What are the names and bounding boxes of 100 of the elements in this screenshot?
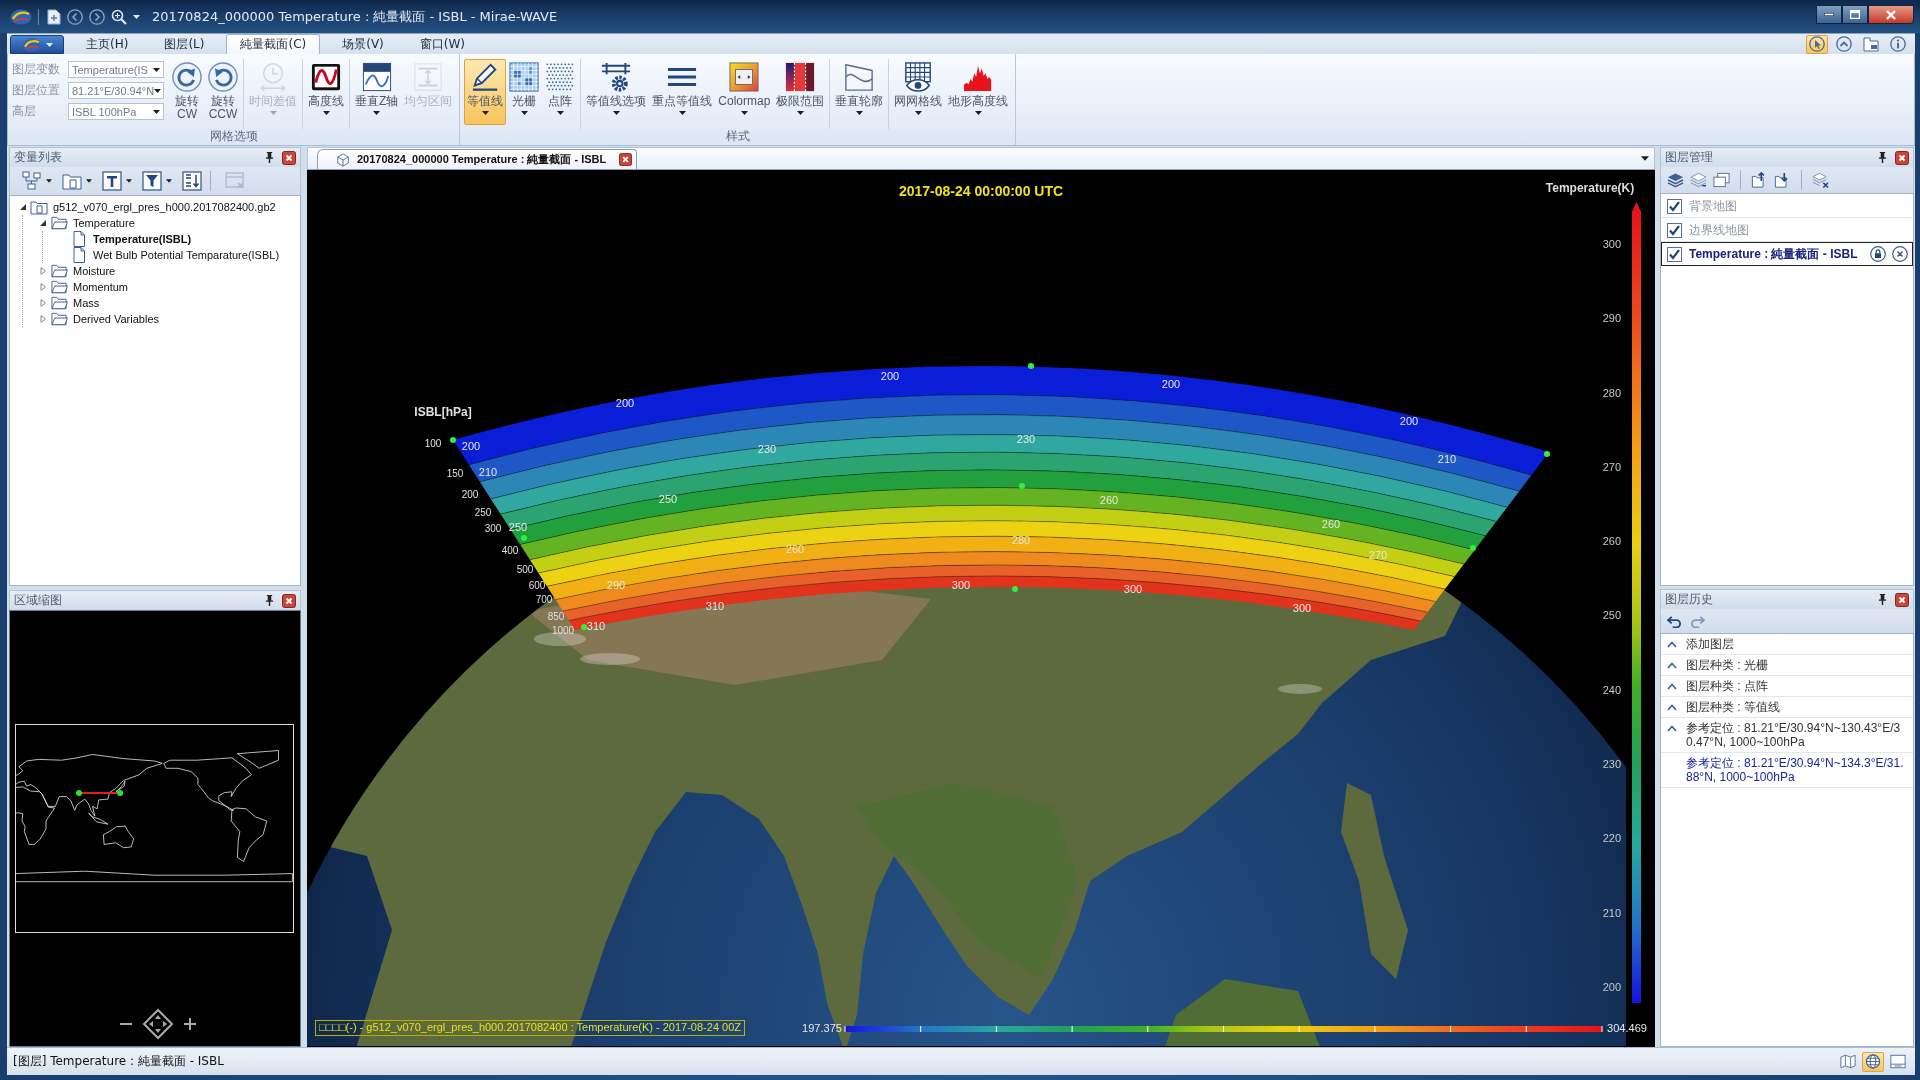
pin-icon[interactable] xyxy=(265,595,274,606)
maximize-button[interactable] xyxy=(1842,5,1868,24)
close-button[interactable] xyxy=(1868,5,1914,24)
tree-item[interactable]: g512_v070_ergl_pres_h000.2017082400.gb2 xyxy=(53,201,276,213)
ribbon-button[interactable]: 网网格线 xyxy=(891,59,946,125)
point-marker-icon[interactable] xyxy=(1544,451,1550,457)
ribbon-option-button[interactable] xyxy=(1860,34,1882,54)
forward-icon[interactable] xyxy=(89,8,105,25)
ribbon-tab[interactable]: 场景(V) xyxy=(328,34,398,54)
remove-layers-icon[interactable] xyxy=(1812,172,1829,188)
tree-item[interactable]: Moisture xyxy=(73,265,116,277)
history-item[interactable]: 参考定位 : 81.21°E/30.94°N~130.43°E/30.47°N, 1000~100hPa xyxy=(1686,721,1909,749)
pin-icon[interactable] xyxy=(265,152,274,163)
tree-item[interactable]: Temperature xyxy=(73,217,135,229)
status-button[interactable] xyxy=(1862,1051,1884,1072)
close-icon[interactable] xyxy=(1895,150,1909,165)
history-item[interactable]: 添加图层 xyxy=(1686,637,1734,651)
ribbon-button[interactable]: Colormap xyxy=(715,59,774,125)
expand-toggle-icon[interactable] xyxy=(39,267,47,275)
point-marker-icon[interactable] xyxy=(581,624,587,630)
ribbon-button[interactable]: 光栅 xyxy=(506,59,543,125)
document-icon[interactable] xyxy=(47,8,61,25)
caret-icon[interactable] xyxy=(46,179,52,183)
close-icon[interactable] xyxy=(282,150,296,165)
caret-icon[interactable] xyxy=(166,179,172,183)
sort-icon[interactable] xyxy=(182,171,202,191)
caret-icon[interactable] xyxy=(133,14,140,19)
ribbon-button[interactable]: 等值线 xyxy=(464,59,507,125)
caret-icon[interactable] xyxy=(126,179,132,183)
layer-row[interactable]: Temperature : 純量截面 - ISBL xyxy=(1661,242,1913,266)
close-icon[interactable] xyxy=(619,153,633,166)
ribbon-button[interactable]: 高度线 xyxy=(305,59,347,125)
history-item[interactable]: 图层种类 : 等值线 xyxy=(1686,700,1780,714)
expand-toggle-icon[interactable] xyxy=(19,203,27,211)
ribbon-button[interactable]: 地形高度线 xyxy=(945,59,1012,125)
caret-icon[interactable] xyxy=(1641,156,1649,161)
tree-item[interactable]: Derived Variables xyxy=(73,313,159,325)
checkbox[interactable] xyxy=(1667,246,1682,262)
layers-outline-icon[interactable] xyxy=(1690,172,1707,188)
close-icon[interactable] xyxy=(282,593,296,608)
minimize-button[interactable] xyxy=(1816,5,1842,24)
dropdown-field[interactable]: ISBL 100hPa xyxy=(68,103,164,120)
pin-icon[interactable] xyxy=(1878,152,1887,163)
chevron-up-icon[interactable] xyxy=(1667,683,1677,690)
application-menu-button[interactable] xyxy=(10,35,64,54)
layers-icon[interactable] xyxy=(1667,172,1684,188)
ribbon-tab[interactable]: 主页(H) xyxy=(72,34,143,54)
point-marker-icon[interactable] xyxy=(1019,483,1025,489)
chevron-up-icon[interactable] xyxy=(1667,704,1677,711)
ribbon-button[interactable]: 旋转 CW xyxy=(169,59,205,125)
ribbon-option-button[interactable] xyxy=(1806,34,1828,54)
ribbon-button[interactable]: 旋转 CCW xyxy=(205,59,241,125)
tree-item[interactable]: Momentum xyxy=(73,281,129,293)
copy-window-icon[interactable] xyxy=(1713,172,1730,188)
chevron-up-icon[interactable] xyxy=(1667,725,1677,732)
document-tab[interactable]: 20170824_000000 Temperature : 純量截面 - ISBL xyxy=(317,149,638,169)
caret-icon[interactable] xyxy=(86,179,92,183)
ribbon-button[interactable]: 等值线选项 xyxy=(583,59,650,125)
dropdown-field[interactable]: Temperature(IS xyxy=(68,61,164,78)
point-marker-icon[interactable] xyxy=(1012,586,1018,592)
dropdown-field[interactable]: 81.21°E/30.94°N xyxy=(68,82,164,99)
expand-toggle-icon[interactable] xyxy=(39,283,47,291)
expand-toggle-icon[interactable] xyxy=(39,219,47,227)
filter-icon[interactable] xyxy=(142,171,162,191)
text-style-icon[interactable] xyxy=(102,171,122,191)
ribbon-button[interactable]: 极限范围 xyxy=(773,59,828,125)
point-marker-icon[interactable] xyxy=(1028,363,1034,369)
ribbon-option-button[interactable] xyxy=(1887,34,1909,54)
folder-icon[interactable] xyxy=(62,171,82,191)
pin-icon[interactable] xyxy=(1878,594,1887,605)
lock-icon[interactable] xyxy=(1870,246,1886,262)
ribbon-button[interactable]: 点阵 xyxy=(542,59,579,125)
tree-item[interactable]: Wet Bulb Potential Temparature(ISBL) xyxy=(93,249,280,261)
history-item[interactable]: 图层种类 : 点阵 xyxy=(1686,679,1768,693)
ribbon-tab[interactable]: 純量截面(C) xyxy=(226,34,321,54)
zoom-in-icon[interactable] xyxy=(183,1018,196,1030)
point-marker-icon[interactable] xyxy=(521,535,527,541)
tree-item[interactable]: Mass xyxy=(73,297,100,309)
remove-icon[interactable] xyxy=(1892,246,1908,262)
expand-toggle-icon[interactable] xyxy=(39,299,47,307)
tree-nodes-icon[interactable] xyxy=(22,171,42,191)
chevron-up-icon[interactable] xyxy=(1667,662,1677,669)
pan-control-icon[interactable] xyxy=(141,1008,174,1040)
history-item[interactable]: 图层种类 : 光栅 xyxy=(1686,658,1768,672)
ribbon-button[interactable]: 重点等值线 xyxy=(649,59,716,125)
ribbon-option-button[interactable] xyxy=(1833,34,1855,54)
status-button[interactable] xyxy=(1837,1051,1859,1072)
app-logo-icon[interactable] xyxy=(10,8,32,25)
history-item[interactable]: 参考定位 : 81.21°E/30.94°N~134.3°E/31.88°N, 1000~100hPa xyxy=(1686,756,1909,784)
chevron-up-icon[interactable] xyxy=(1667,641,1677,648)
zoom-icon[interactable] xyxy=(111,8,127,25)
tree-item[interactable]: Temperature(ISBL) xyxy=(93,233,192,245)
ribbon-tab[interactable]: 窗口(W) xyxy=(405,34,479,54)
back-icon[interactable] xyxy=(67,8,83,25)
undo-icon[interactable] xyxy=(1667,614,1682,628)
expand-toggle-icon[interactable] xyxy=(39,315,47,323)
point-marker-icon[interactable] xyxy=(1470,545,1476,551)
ribbon-button[interactable]: 垂直轮廓 xyxy=(832,59,887,125)
ribbon-button[interactable]: 垂直Z轴 xyxy=(352,59,402,125)
point-marker-icon[interactable] xyxy=(450,437,456,443)
